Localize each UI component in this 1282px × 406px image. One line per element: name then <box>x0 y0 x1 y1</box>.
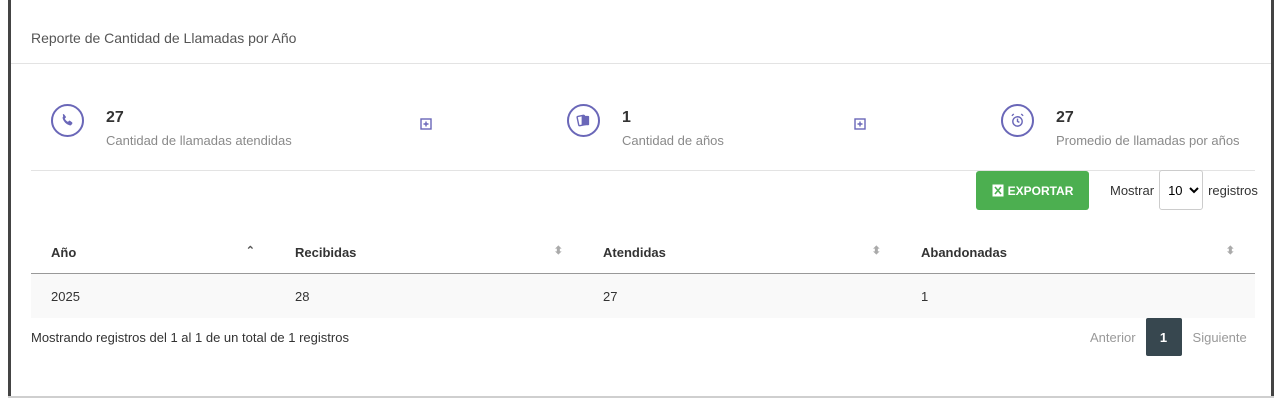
sort-asc-icon: ⌃ <box>245 245 255 257</box>
stat-value: 27 <box>106 109 124 126</box>
table-info: Mostrando registros del 1 al 1 de un tot… <box>31 330 349 345</box>
card-header: Reporte de Cantidad de Llamadas por Año <box>11 8 1271 64</box>
phone-icon <box>51 104 84 137</box>
stat-label: Promedio de llamadas por años <box>1056 133 1240 148</box>
previous-page-button[interactable]: Anterior <box>1078 330 1146 345</box>
table-row: 2025 28 27 1 <box>31 273 1255 318</box>
next-page-button[interactable]: Siguiente <box>1182 330 1257 345</box>
sort-icon: ⬍ <box>871 245 881 257</box>
pagination: Anterior 1 Siguiente <box>1078 318 1257 356</box>
cards-icon <box>567 104 600 137</box>
cell-answered: 27 <box>583 273 901 318</box>
stats-row: 27 Cantidad de llamadas atendidas 1 Cant… <box>31 100 1255 171</box>
export-label: EXPORTAR <box>1007 183 1074 198</box>
sort-icon: ⬍ <box>1225 245 1235 257</box>
page-1-button[interactable]: 1 <box>1145 318 1182 356</box>
plus-square-icon <box>420 117 432 130</box>
cell-abandoned: 1 <box>901 273 1255 318</box>
column-header-year[interactable]: Año ⌃ <box>31 231 275 274</box>
column-header-received[interactable]: Recibidas ⬍ <box>275 231 583 274</box>
cell-received: 28 <box>275 273 583 318</box>
column-header-abandoned[interactable]: Abandonadas ⬍ <box>901 231 1255 274</box>
stat-label: Cantidad de años <box>622 133 724 148</box>
right-border <box>1271 0 1274 398</box>
column-header-answered[interactable]: Atendidas ⬍ <box>583 231 901 274</box>
export-button[interactable]: EXPORTAR <box>976 171 1089 210</box>
records-label: registros <box>1208 182 1258 198</box>
stat-value: 1 <box>622 109 631 126</box>
page-length-control: Mostrar 10 registros <box>1110 170 1258 210</box>
calls-table: Año ⌃ Recibidas ⬍ Atendidas ⬍ Abandonada… <box>31 231 1255 318</box>
show-label: Mostrar <box>1110 182 1155 198</box>
bottom-border <box>8 396 1274 398</box>
plus-square-icon <box>854 117 866 130</box>
table-header-row: Año ⌃ Recibidas ⬍ Atendidas ⬍ Abandonada… <box>31 231 1255 274</box>
page-size-select[interactable]: 10 <box>1159 170 1204 210</box>
cell-year: 2025 <box>31 273 275 318</box>
alarm-icon <box>1001 104 1034 137</box>
sort-icon: ⬍ <box>553 245 563 257</box>
excel-file-icon <box>992 184 1004 197</box>
page-title: Reporte de Cantidad de Llamadas por Año <box>31 30 297 46</box>
stat-label: Cantidad de llamadas atendidas <box>106 133 292 148</box>
stat-value: 27 <box>1056 109 1074 126</box>
